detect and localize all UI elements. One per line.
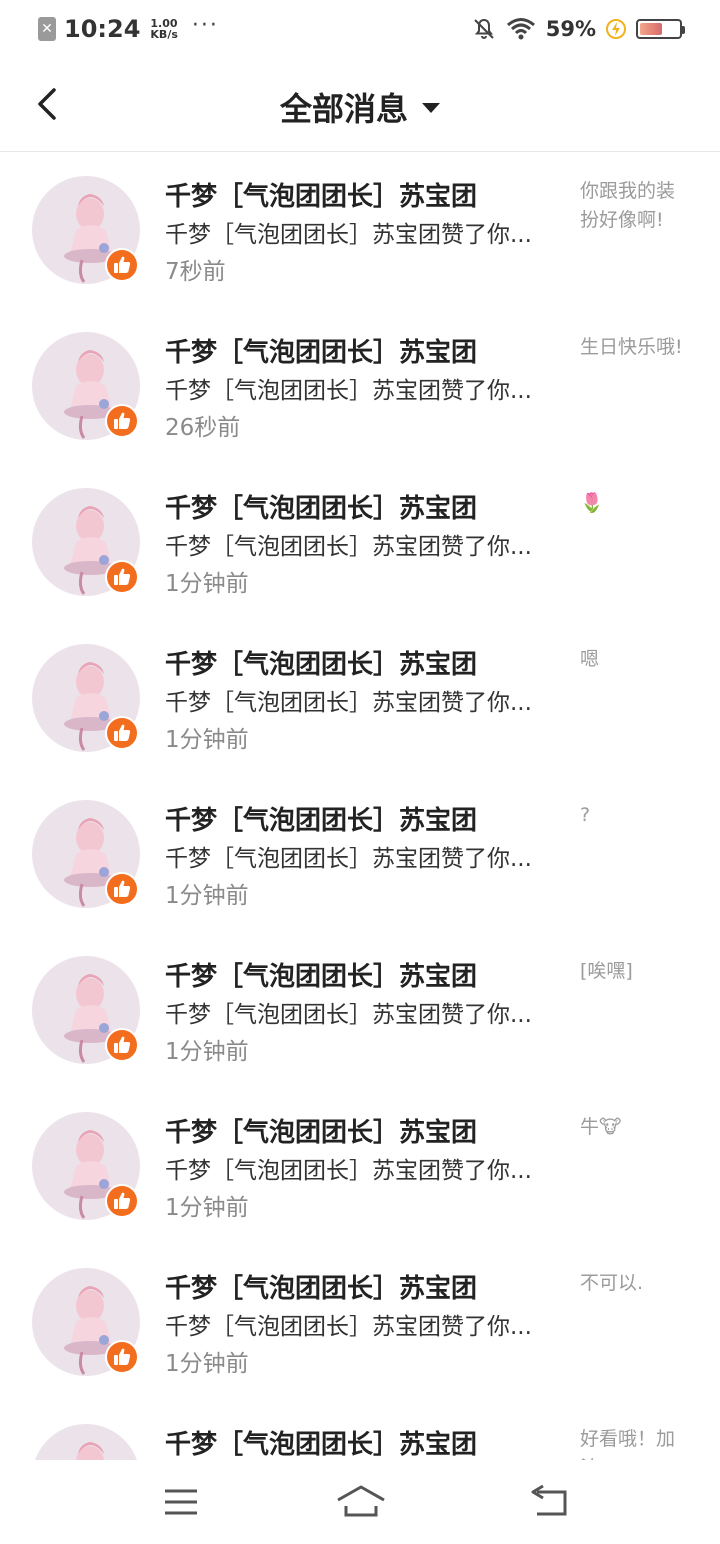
- thumbs-up-icon: [114, 880, 131, 897]
- thumbs-up-icon: [114, 568, 131, 585]
- message-time: 7秒前: [165, 259, 226, 285]
- page-title: 全部消息: [279, 90, 408, 128]
- message-item[interactable]: 千梦［气泡团团长］苏宝团 千梦［气泡团团长］苏宝团赞了你... 7秒前 你跟我的…: [0, 153, 720, 309]
- content-preview: 好看哦！加油!: [580, 1428, 676, 1460]
- network-speed: 1.00 KB/s: [150, 18, 177, 40]
- like-badge: [105, 872, 139, 906]
- battery-percentage: 59%: [545, 17, 596, 41]
- charging-icon: [606, 19, 626, 39]
- sender-name: 千梦［气泡团团长］苏宝团: [165, 338, 478, 368]
- message-summary: 千梦［气泡团团长］苏宝团赞了你...: [165, 222, 532, 248]
- clock: 10:24: [64, 15, 141, 43]
- message-time: 1分钟前: [165, 571, 249, 597]
- message-item[interactable]: 千梦［气泡团团长］苏宝团 千梦［气泡团团长］苏宝团赞了你... 1分钟前 🌷: [0, 465, 720, 621]
- content-preview: 嗯: [580, 648, 600, 670]
- content-preview: [唉嘿]: [580, 960, 633, 982]
- message-time: 1分钟前: [165, 1195, 249, 1221]
- message-summary: 千梦［气泡团团长］苏宝团赞了你...: [165, 1158, 532, 1184]
- more-notifications-icon: ···: [191, 12, 219, 38]
- thumbs-up-icon: [114, 724, 131, 741]
- battery-icon: [636, 19, 685, 39]
- message-summary: 千梦［气泡团团长］苏宝团赞了你...: [165, 534, 532, 560]
- content-preview: 你跟我的装扮好像啊!: [580, 180, 676, 231]
- system-navigation-bar: [0, 1460, 720, 1544]
- message-time: 26秒前: [165, 415, 241, 441]
- sender-name: 千梦［气泡团团长］苏宝团: [165, 494, 478, 524]
- sender-name: 千梦［气泡团团长］苏宝团: [165, 182, 478, 212]
- content-preview: 生日快乐哦!: [580, 336, 683, 358]
- message-summary: 千梦［气泡团团长］苏宝团赞了你...: [165, 1314, 532, 1340]
- status-bar: ✕ 10:24 1.00 KB/s ··· 59%: [0, 0, 720, 58]
- bell-muted-icon: [474, 18, 494, 39]
- net-speed-unit: KB/s: [150, 28, 178, 41]
- message-item[interactable]: 千梦［气泡团团长］苏宝团 千梦［气泡团团长］苏宝团赞了你... 26秒前 生日快…: [0, 309, 720, 465]
- message-item[interactable]: 千梦［气泡团团长］苏宝团 千梦［气泡团团长］苏宝团赞了你... 1分钟前 不可以…: [0, 1245, 720, 1401]
- sender-name: 千梦［气泡团团长］苏宝团: [165, 806, 478, 836]
- menu-icon[interactable]: [156, 1482, 206, 1522]
- content-preview: 牛🐮: [580, 1116, 622, 1138]
- message-summary: 千梦［气泡团团长］苏宝团赞了你...: [165, 846, 532, 872]
- home-icon[interactable]: [335, 1482, 387, 1522]
- like-badge: [105, 1028, 139, 1062]
- message-summary: 千梦［气泡团团长］苏宝团赞了你...: [165, 690, 532, 716]
- content-preview: 🌷: [580, 492, 604, 514]
- like-badge: [105, 560, 139, 594]
- like-badge: [105, 404, 139, 438]
- message-time: 1分钟前: [165, 1351, 249, 1377]
- no-sim-icon: ✕: [38, 17, 56, 41]
- battery-level: [640, 23, 663, 35]
- message-summary: 千梦［气泡团团长］苏宝团赞了你...: [165, 1002, 532, 1028]
- message-time: 1分钟前: [165, 1039, 249, 1065]
- content-preview: 不可以.: [580, 1272, 644, 1294]
- like-badge: [105, 716, 139, 750]
- anime-girl-avatar-icon: [76, 1442, 104, 1460]
- message-filter-dropdown[interactable]: 全部消息: [0, 84, 720, 130]
- thumbs-up-icon: [114, 256, 131, 273]
- message-time: 1分钟前: [165, 727, 249, 753]
- sender-name: 千梦［气泡团团长］苏宝团: [165, 962, 478, 992]
- message-list: 千梦［气泡团团长］苏宝团 千梦［气泡团团长］苏宝团赞了你... 7秒前 你跟我的…: [0, 153, 720, 1460]
- sender-name: 千梦［气泡团团长］苏宝团: [165, 1430, 478, 1460]
- thumbs-up-icon: [114, 1192, 131, 1209]
- thumbs-up-icon: [114, 1036, 131, 1053]
- like-badge: [105, 1340, 139, 1374]
- top-navigation-bar: 全部消息: [0, 58, 720, 152]
- sender-name: 千梦［气泡团团长］苏宝团: [165, 1118, 478, 1148]
- message-item[interactable]: 千梦［气泡团团长］苏宝团 千梦［气泡团团长］苏宝团赞了你... 1分钟前 [唉嘿…: [0, 933, 720, 1089]
- message-item[interactable]: 千梦［气泡团团长］苏宝团 千梦［气泡团团长］苏宝团赞了你... 1分钟前 牛🐮: [0, 1089, 720, 1245]
- sender-name: 千梦［气泡团团长］苏宝团: [165, 1274, 478, 1304]
- thumbs-up-icon: [114, 412, 131, 429]
- message-item[interactable]: 千梦［气泡团团长］苏宝团 千梦［气泡团团长］苏宝团赞了你... 1分钟前 嗯: [0, 621, 720, 777]
- message-item[interactable]: 千梦［气泡团团长］苏宝团 千梦［气泡团团长］苏宝团赞了你... 好看哦！加油!: [0, 1401, 720, 1460]
- message-item[interactable]: 千梦［气泡团团长］苏宝团 千梦［气泡团团长］苏宝团赞了你... 1分钟前 ?: [0, 777, 720, 933]
- sender-name: 千梦［气泡团团长］苏宝团: [165, 650, 478, 680]
- content-preview: ?: [580, 804, 591, 826]
- like-badge: [105, 248, 139, 282]
- avatar[interactable]: [32, 1424, 140, 1460]
- like-badge: [105, 1184, 139, 1218]
- message-summary: 千梦［气泡团团长］苏宝团赞了你...: [165, 378, 532, 404]
- message-time: 1分钟前: [165, 883, 249, 909]
- wifi-icon: [506, 18, 535, 40]
- thumbs-up-icon: [114, 1348, 131, 1365]
- caret-down-icon: [422, 103, 440, 113]
- back-icon[interactable]: [525, 1482, 575, 1522]
